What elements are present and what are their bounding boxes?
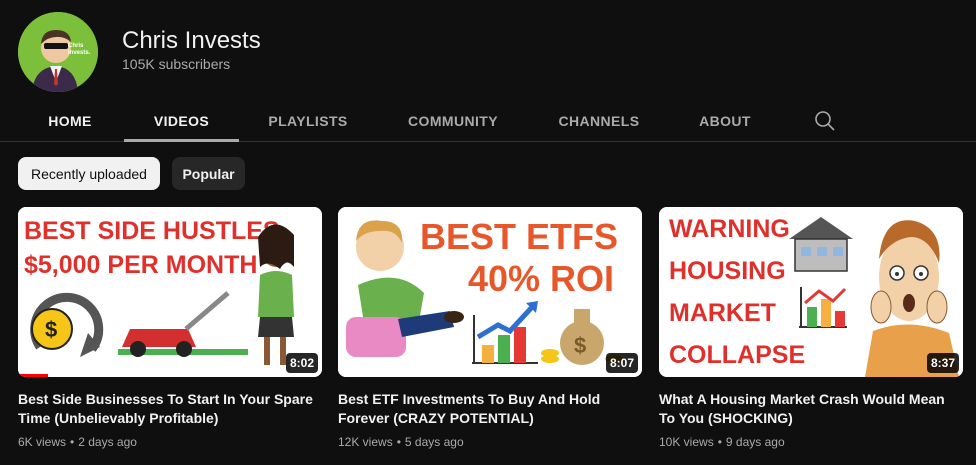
video-card[interactable]: BEST ETFS 40% ROI $ 8:07 Best ETF Invest… — [338, 207, 642, 449]
tab-community[interactable]: COMMUNITY — [393, 100, 513, 141]
video-duration: 8:07 — [605, 353, 638, 373]
channel-name: Chris Invests — [122, 27, 261, 54]
video-title[interactable]: What A Housing Market Crash Would Mean T… — [659, 390, 955, 428]
thumb-text-line-1: WARNING — [669, 215, 790, 243]
channel-search-button[interactable] — [812, 108, 838, 134]
video-metadata: 12K views • 5 days ago — [338, 435, 642, 449]
video-duration: 8:37 — [926, 353, 959, 373]
tab-channels[interactable]: CHANNELS — [545, 100, 653, 141]
thumbnail-illustration: BEST ETFS 40% ROI $ — [338, 207, 642, 377]
thumb-text-line-3: MARKET — [669, 299, 776, 327]
video-title[interactable]: Best Side Businesses To Start In Your Sp… — [18, 390, 314, 428]
channel-tabs: HOME VIDEOS PLAYLISTS COMMUNITY CHANNELS… — [0, 100, 976, 142]
avatar-illustration: Chris Invests. — [18, 12, 98, 92]
video-views: 10K views — [659, 435, 714, 449]
video-thumbnail[interactable]: BEST ETFS 40% ROI $ 8:07 — [338, 207, 642, 377]
separator-dot: • — [717, 435, 722, 449]
svg-text:$: $ — [45, 317, 57, 342]
thumb-text-line-1: BEST SIDE HUSTLES — [24, 217, 280, 245]
chip-popular[interactable]: Popular — [172, 157, 245, 190]
separator-dot: • — [396, 435, 401, 449]
thumb-text-line-1: BEST ETFS — [420, 216, 618, 257]
video-card[interactable]: WARNING HOUSING MARKET COLLAPSE 8:37 Wha… — [659, 207, 963, 449]
video-card[interactable]: BEST SIDE HUSTLES $5,000 PER MONTH $ 8:0… — [18, 207, 322, 449]
svg-text:$: $ — [574, 333, 586, 358]
video-metadata: 6K views • 2 days ago — [18, 435, 322, 449]
video-metadata: 10K views • 9 days ago — [659, 435, 963, 449]
subscriber-count: 105K subscribers — [122, 56, 231, 72]
video-views: 6K views — [18, 435, 67, 449]
tab-home[interactable]: HOME — [32, 100, 108, 141]
search-icon — [815, 111, 835, 131]
tab-playlists[interactable]: PLAYLISTS — [255, 100, 361, 141]
svg-text:Invests.: Invests. — [68, 50, 91, 56]
video-age: 2 days ago — [78, 435, 137, 449]
watch-progress-bar — [18, 374, 49, 377]
video-age: 9 days ago — [725, 435, 785, 449]
thumb-text-line-2: 40% ROI — [468, 258, 614, 299]
video-thumbnail[interactable]: WARNING HOUSING MARKET COLLAPSE 8:37 — [659, 207, 963, 377]
tab-videos[interactable]: VIDEOS — [124, 100, 239, 142]
video-title[interactable]: Best ETF Investments To Buy And Hold For… — [338, 390, 634, 428]
thumb-text-line-2: $5,000 PER MONTH — [24, 251, 257, 279]
video-views: 12K views — [338, 435, 393, 449]
channel-avatar[interactable]: Chris Invests. — [18, 12, 98, 92]
video-duration: 8:02 — [285, 353, 318, 373]
tab-about[interactable]: ABOUT — [685, 100, 765, 141]
thumb-text-line-2: HOUSING — [669, 257, 786, 285]
video-age: 5 days ago — [404, 435, 464, 449]
svg-text:Chris: Chris — [68, 43, 84, 49]
thumbnail-illustration: BEST SIDE HUSTLES $5,000 PER MONTH $ — [18, 207, 322, 377]
thumbnail-illustration: WARNING HOUSING MARKET COLLAPSE — [659, 207, 963, 377]
chip-recently-uploaded[interactable]: Recently uploaded — [18, 157, 160, 190]
thumb-text-line-4: COLLAPSE — [669, 341, 805, 369]
separator-dot: • — [70, 435, 75, 449]
video-thumbnail[interactable]: BEST SIDE HUSTLES $5,000 PER MONTH $ 8:0… — [18, 207, 322, 377]
